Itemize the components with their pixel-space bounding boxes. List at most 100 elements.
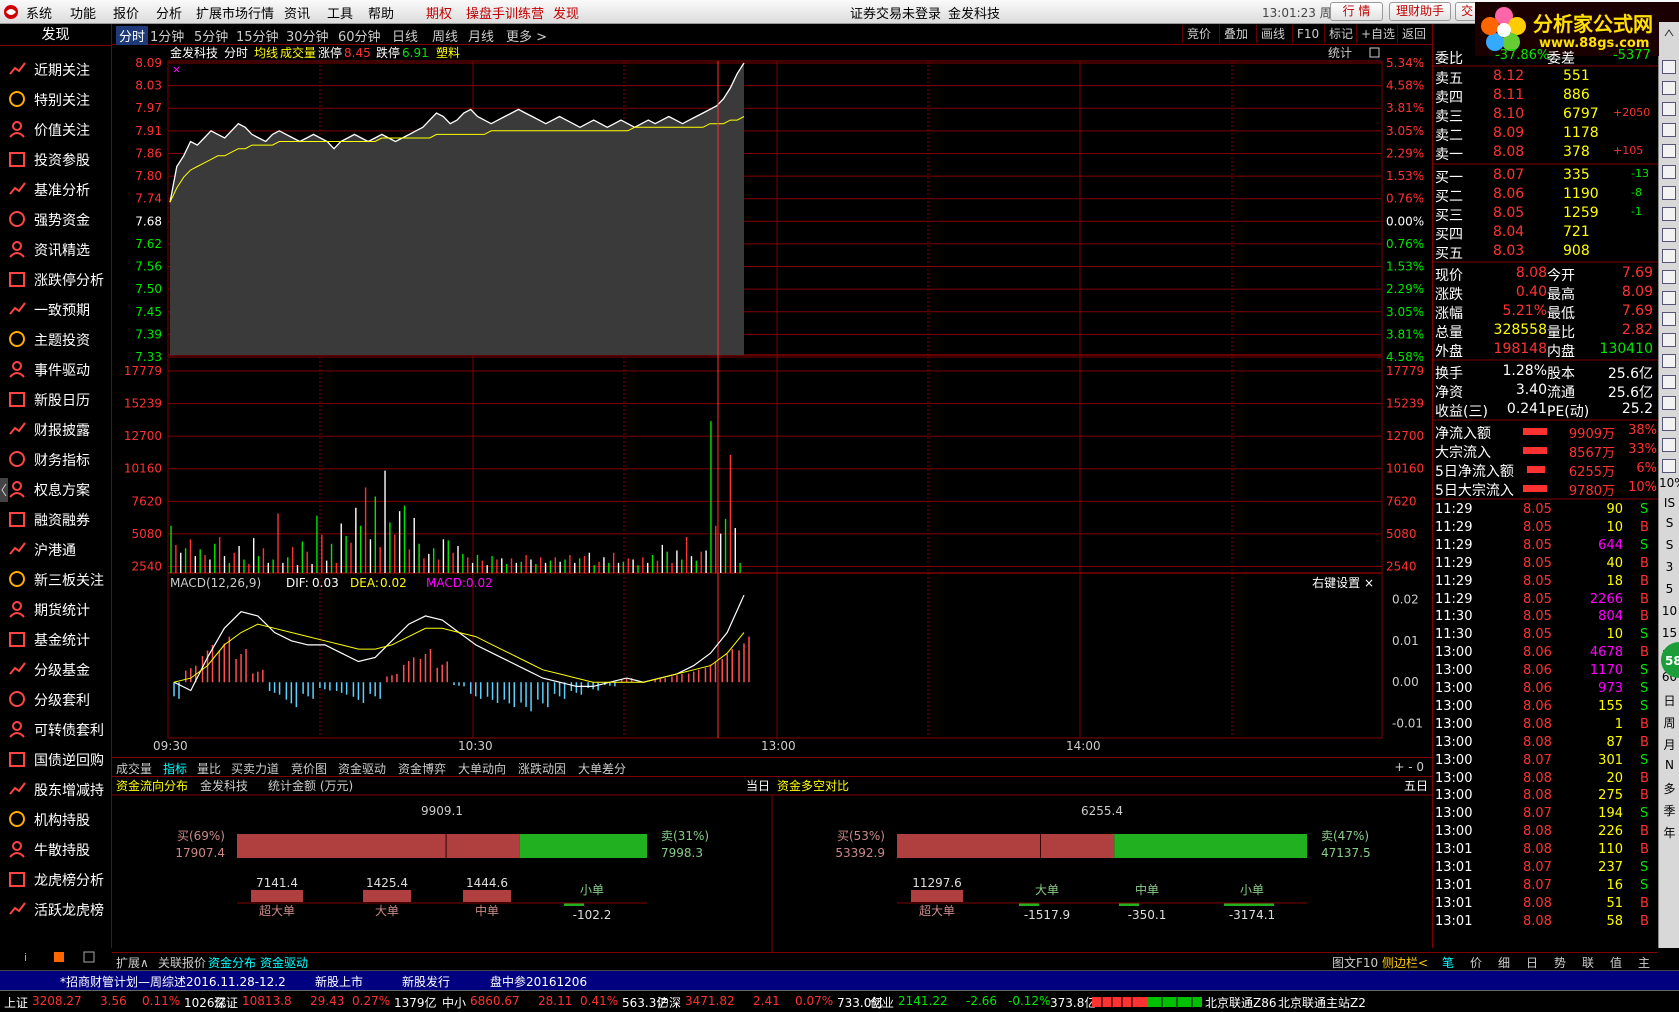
period-6[interactable]: 日线 — [392, 26, 418, 45]
tool-icon-14[interactable] — [1662, 354, 1676, 368]
sidebar-item-2[interactable]: 价值关注 — [6, 116, 110, 142]
sidebar-item-25[interactable]: 机构持股 — [6, 806, 110, 832]
menu-red-1[interactable]: 操盘手训练营 — [466, 3, 544, 22]
chart-maximize-icon[interactable] — [1369, 47, 1380, 58]
tool-icon-3[interactable] — [1662, 123, 1676, 137]
sidebar-item-24[interactable]: 股东增减持 — [6, 776, 110, 802]
toolbar-btn-1[interactable]: 叠加 — [1219, 25, 1252, 43]
sidebar-item-19[interactable]: 基金统计 — [6, 626, 110, 652]
badge-58-icon[interactable]: 58 — [1659, 640, 1679, 680]
period-1[interactable]: 1分钟 — [150, 26, 184, 45]
sidebar-item-6[interactable]: 资讯精选 — [6, 236, 110, 262]
menu-0[interactable]: 系统 — [26, 3, 52, 22]
indicator-tab-9[interactable]: 大单差分 — [578, 760, 626, 777]
tool-label-1[interactable]: IS — [1659, 496, 1679, 510]
menu-red-0[interactable]: 期权 — [426, 3, 452, 22]
news-item-3[interactable]: 新股发行 — [402, 973, 450, 990]
panel-tab-6[interactable]: 值 — [1610, 954, 1622, 971]
tool-label-14[interactable]: 多 — [1659, 780, 1679, 797]
tool-icon-5[interactable] — [1662, 165, 1676, 179]
sidebar-item-10[interactable]: 事件驱动 — [6, 356, 110, 382]
f10-tab[interactable]: 图文F10 — [1332, 954, 1378, 971]
sidebar-item-14[interactable]: 权息方案 — [6, 476, 110, 502]
menu-1[interactable]: 功能 — [70, 3, 96, 22]
sidebar-item-7[interactable]: 涨跌停分析 — [6, 266, 110, 292]
indicator-tab-2[interactable]: 量比 — [197, 760, 221, 777]
news-item-1[interactable]: *招商财管计划—周综述2016.11.28-12.2 — [60, 973, 286, 990]
panel-tab-1[interactable]: 价 — [1470, 954, 1482, 971]
sidebar-collapse-arrow-icon[interactable] — [0, 478, 8, 502]
tool-label-15[interactable]: 季 — [1659, 802, 1679, 819]
top-right-scroll-icon[interactable] — [1659, 22, 1679, 56]
tool-label-12[interactable]: 月 — [1659, 736, 1679, 753]
sidebar-item-16[interactable]: 沪港通 — [6, 536, 110, 562]
tool-icon-19[interactable] — [1662, 459, 1676, 473]
sidebar-item-26[interactable]: 牛散持股 — [6, 836, 110, 862]
period-0[interactable]: 分时 — [116, 26, 149, 45]
indicator-tab-6[interactable]: 资金博弈 — [398, 760, 446, 777]
tool-label-10[interactable]: 日 — [1659, 692, 1679, 709]
tool-icon-13[interactable] — [1662, 333, 1676, 347]
tool-label-16[interactable]: 年 — [1659, 824, 1679, 841]
toolbar-btn-6[interactable]: 返回 — [1397, 25, 1430, 43]
indicator-tab-0[interactable]: 成交量 — [116, 760, 152, 777]
tool-label-11[interactable]: 周 — [1659, 714, 1679, 731]
panel-tab-4[interactable]: 势 — [1554, 954, 1566, 971]
period-2[interactable]: 5分钟 — [194, 26, 228, 45]
menu-4[interactable]: 扩展市场行情 — [196, 3, 274, 22]
sidebar-mode-icons[interactable]: i — [12, 950, 102, 964]
tool-label-0[interactable]: 10% — [1659, 476, 1679, 490]
sidebar-item-21[interactable]: 分级套利 — [6, 686, 110, 712]
panel-tab-2[interactable]: 细 — [1498, 954, 1510, 971]
panel-tab-0[interactable]: 笔 — [1442, 954, 1454, 971]
tool-label-13[interactable]: N — [1659, 758, 1679, 772]
sidebar-item-22[interactable]: 可转债套利 — [6, 716, 110, 742]
tool-icon-11[interactable] — [1662, 291, 1676, 305]
indicator-tab-1[interactable]: 指标 — [163, 760, 187, 777]
menu-3[interactable]: 分析 — [156, 3, 182, 22]
tool-icon-9[interactable] — [1662, 249, 1676, 263]
sidebar-item-15[interactable]: 融资融券 — [6, 506, 110, 532]
tool-icon-8[interactable] — [1662, 228, 1676, 242]
sidebar-item-13[interactable]: 财务指标 — [6, 446, 110, 472]
sidebar-item-4[interactable]: 基准分析 — [6, 176, 110, 202]
menu-6[interactable]: 工具 — [327, 3, 353, 22]
toolbar-btn-0[interactable]: 竞价 — [1182, 25, 1215, 43]
sidebar-item-12[interactable]: 财报披露 — [6, 416, 110, 442]
bottom-tab-1[interactable]: 关联报价 — [158, 954, 206, 971]
toolbar-btn-3[interactable]: F10 — [1292, 25, 1323, 43]
tool-icon-17[interactable] — [1662, 417, 1676, 431]
indicator-tab-8[interactable]: 涨跌动因 — [518, 760, 566, 777]
sidebar-item-1[interactable]: 特别关注 — [6, 86, 110, 112]
period-7[interactable]: 周线 — [432, 26, 458, 45]
tool-label-5[interactable]: 5 — [1659, 582, 1679, 596]
tool-icon-12[interactable] — [1662, 312, 1676, 326]
sidebar-item-3[interactable]: 投资参股 — [6, 146, 110, 172]
sidebar-item-23[interactable]: 国债逆回购 — [6, 746, 110, 772]
tool-icon-4[interactable] — [1662, 144, 1676, 158]
tool-icon-7[interactable] — [1662, 207, 1676, 221]
tool-icon-6[interactable] — [1662, 186, 1676, 200]
sidebar-item-20[interactable]: 分级基金 — [6, 656, 110, 682]
panel-tab-3[interactable]: 日 — [1526, 954, 1538, 971]
toolbar-btn-2[interactable]: 画线 — [1256, 25, 1289, 43]
wealth-assistant-button[interactable]: 理财助手 — [1389, 2, 1451, 21]
period-5[interactable]: 60分钟 — [338, 26, 381, 45]
period-9[interactable]: 更多 > — [506, 26, 547, 45]
tool-icon-15[interactable] — [1662, 375, 1676, 389]
tool-label-6[interactable]: 10 — [1659, 604, 1679, 618]
menu-2[interactable]: 报价 — [113, 3, 139, 22]
intraday-chart[interactable]: MACD(12,26,9) DIF: 0.03 DEA: 0.02 MACD: 0.02 右键… — [112, 45, 1432, 757]
sidebar-item-9[interactable]: 主题投资 — [6, 326, 110, 352]
bottom-tab-0[interactable]: 扩展∧ — [116, 954, 149, 971]
tool-label-4[interactable]: 3 — [1659, 560, 1679, 574]
tool-label-7[interactable]: 15 — [1659, 626, 1679, 640]
news-item-4[interactable]: 盘中参20161206 — [490, 973, 587, 990]
tool-label-2[interactable]: S — [1659, 516, 1679, 530]
sidebar-item-27[interactable]: 龙虎榜分析 — [6, 866, 110, 892]
tool-icon-0[interactable] — [1662, 60, 1676, 74]
period-3[interactable]: 15分钟 — [236, 26, 279, 45]
menu-5[interactable]: 资讯 — [284, 3, 310, 22]
sidebar-item-11[interactable]: 新股日历 — [6, 386, 110, 412]
sidebar-item-28[interactable]: 活跃龙虎榜 — [6, 896, 110, 922]
